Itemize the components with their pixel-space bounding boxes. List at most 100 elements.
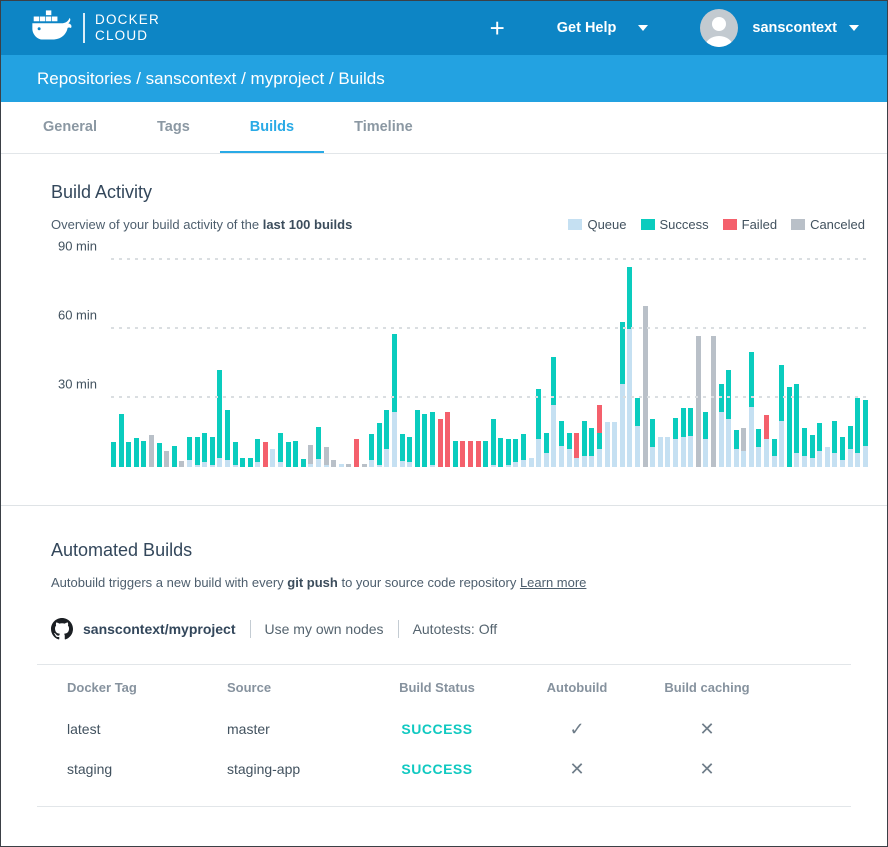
queue-segment bbox=[506, 465, 511, 467]
build-bar bbox=[438, 419, 443, 467]
queue-segment bbox=[384, 449, 389, 467]
build-bar bbox=[400, 434, 405, 467]
docker-cloud-logo[interactable]: DOCKER CLOUD bbox=[31, 9, 160, 48]
queue-segment bbox=[392, 412, 397, 467]
build-bar bbox=[756, 429, 761, 467]
build-bar bbox=[612, 422, 617, 467]
build-bar bbox=[703, 412, 708, 467]
success-segment bbox=[521, 434, 526, 460]
build-bar bbox=[825, 447, 830, 467]
cross-icon[interactable]: ✕ bbox=[517, 759, 637, 780]
canceled-segment bbox=[164, 451, 169, 467]
success-segment bbox=[172, 446, 177, 467]
build-bar bbox=[233, 442, 238, 467]
build-bar bbox=[627, 267, 632, 467]
success-segment bbox=[772, 439, 777, 455]
build-bar bbox=[567, 433, 572, 467]
success-segment bbox=[832, 421, 837, 453]
success-segment bbox=[848, 426, 853, 449]
failed-segment bbox=[445, 412, 450, 467]
build-bar bbox=[772, 439, 777, 467]
build-bar bbox=[741, 428, 746, 467]
cross-icon[interactable]: ✕ bbox=[637, 719, 777, 740]
breadcrumb[interactable]: Repositories / sanscontext / myproject /… bbox=[37, 69, 385, 89]
success-segment bbox=[430, 412, 435, 465]
tab-general[interactable]: General bbox=[13, 102, 127, 153]
success-segment bbox=[703, 412, 708, 440]
col-header-source: Source bbox=[227, 680, 357, 695]
success-swatch-icon bbox=[641, 219, 655, 230]
build-bar bbox=[164, 451, 169, 467]
queue-segment bbox=[369, 460, 374, 467]
build-bar bbox=[263, 442, 268, 467]
divider-pipe bbox=[250, 620, 251, 638]
queue-segment bbox=[339, 464, 344, 467]
build-bar bbox=[582, 421, 587, 467]
table-header-row: Docker Tag Source Build Status Autobuild… bbox=[37, 665, 851, 709]
build-bar bbox=[293, 441, 298, 467]
success-segment bbox=[126, 442, 131, 467]
queue-segment bbox=[779, 421, 784, 467]
success-segment bbox=[650, 419, 655, 448]
repo-info-row: sanscontext/myproject Use my own nodes A… bbox=[51, 618, 837, 640]
build-bar bbox=[848, 426, 853, 467]
table-row: latest master SUCCESS ✓ ✕ bbox=[37, 709, 851, 749]
automated-builds-description: Autobuild triggers a new build with ever… bbox=[51, 575, 837, 590]
success-segment bbox=[392, 334, 397, 412]
chevron-down-icon bbox=[638, 25, 648, 31]
canceled-segment bbox=[362, 464, 367, 467]
col-header-docker-tag: Docker Tag bbox=[67, 680, 227, 695]
build-bar bbox=[217, 370, 222, 467]
failed-swatch-icon bbox=[723, 219, 737, 230]
success-segment bbox=[779, 365, 784, 421]
app-window: DOCKER CLOUD + Get Help sanscontext bbox=[0, 0, 888, 847]
build-bar bbox=[810, 435, 815, 467]
learn-more-link[interactable]: Learn more bbox=[520, 575, 586, 590]
add-button[interactable]: + bbox=[490, 15, 505, 41]
get-help-label: Get Help bbox=[557, 20, 617, 36]
queue-segment bbox=[681, 437, 686, 467]
build-bar bbox=[202, 433, 207, 467]
build-bar bbox=[832, 421, 837, 467]
repo-name-link[interactable]: sanscontext/myproject bbox=[83, 621, 236, 637]
build-activity-chart: 90 min60 min30 min bbox=[111, 252, 867, 467]
section-divider bbox=[1, 505, 887, 506]
legend-item-success: Success bbox=[641, 217, 709, 232]
gridline-90 bbox=[111, 258, 867, 260]
build-bar bbox=[354, 439, 359, 467]
build-bar bbox=[574, 433, 579, 467]
success-segment bbox=[369, 434, 374, 460]
desc-prefix: Autobuild triggers a new build with ever… bbox=[51, 575, 287, 590]
queue-segment bbox=[719, 412, 724, 467]
success-segment bbox=[483, 441, 488, 467]
github-icon bbox=[51, 618, 73, 640]
get-help-menu[interactable]: Get Help bbox=[557, 20, 649, 36]
tab-builds[interactable]: Builds bbox=[220, 102, 324, 153]
user-menu[interactable]: sanscontext bbox=[700, 9, 859, 47]
failed-segment bbox=[476, 441, 481, 467]
queue-segment bbox=[210, 465, 215, 467]
build-bar bbox=[210, 437, 215, 467]
tab-timeline[interactable]: Timeline bbox=[324, 102, 443, 153]
build-status-badge[interactable]: SUCCESS bbox=[357, 761, 517, 777]
check-icon[interactable]: ✓ bbox=[517, 719, 637, 740]
success-segment bbox=[141, 441, 146, 467]
build-bar bbox=[476, 441, 481, 467]
build-status-badge[interactable]: SUCCESS bbox=[357, 721, 517, 737]
build-bar bbox=[529, 458, 534, 467]
cross-icon[interactable]: ✕ bbox=[637, 759, 777, 780]
success-segment bbox=[506, 439, 511, 464]
success-segment bbox=[840, 437, 845, 460]
build-bar bbox=[331, 460, 336, 467]
build-bar bbox=[468, 441, 473, 467]
build-bar bbox=[225, 410, 230, 467]
queue-segment bbox=[703, 439, 708, 467]
canceled-segment bbox=[324, 447, 329, 464]
autotests-label: Autotests: Off bbox=[413, 621, 498, 637]
failed-segment bbox=[764, 415, 769, 439]
build-bar bbox=[749, 352, 754, 467]
legend-item-canceled: Canceled bbox=[791, 217, 865, 232]
queue-segment bbox=[863, 446, 868, 467]
tab-tags[interactable]: Tags bbox=[127, 102, 220, 153]
build-bar bbox=[316, 427, 321, 467]
